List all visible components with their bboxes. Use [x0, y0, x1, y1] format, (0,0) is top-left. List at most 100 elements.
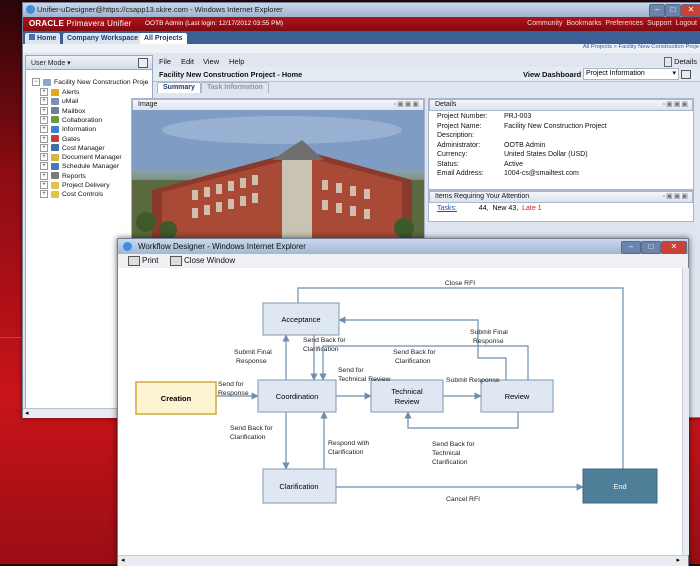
- tree-item-information[interactable]: + Information: [40, 125, 96, 134]
- tab-home-label: Home: [37, 35, 57, 42]
- print-icon[interactable]: [681, 70, 691, 79]
- tree-item-cost-controls[interactable]: + Cost Controls: [40, 190, 103, 199]
- tasks-late-count[interactable]: Late 1: [522, 205, 541, 212]
- panel-controls-icon[interactable]: ▫▣▣▣: [663, 100, 689, 110]
- project-building-image: [132, 110, 424, 249]
- project-sub-tabs: Summary Task Information: [153, 81, 700, 93]
- label-send-back-clarif-right: Send Back for: [393, 349, 436, 356]
- tree-item-reports[interactable]: + Reports: [40, 171, 86, 181]
- detail-value: PRJ-003: [504, 113, 532, 120]
- close-window-button[interactable]: Close Window: [170, 256, 235, 266]
- maximize-button[interactable]: □: [641, 241, 661, 254]
- menu-file[interactable]: File: [159, 57, 171, 66]
- tree-item-mailbox[interactable]: + Mailbox: [40, 106, 85, 116]
- tree-item-label: Document Manager: [62, 153, 122, 161]
- items-panel-header: Items Requiring Your Attention ▫▣▣▣: [429, 191, 693, 203]
- node-creation[interactable]: Creation: [135, 381, 217, 415]
- tab-company-workspace[interactable]: Company Workspace: [63, 33, 143, 44]
- tree-item-cost-manager[interactable]: + Cost Manager: [40, 143, 105, 153]
- tree-item-project-delivery[interactable]: + Project Delivery: [40, 181, 110, 190]
- user-mode-header[interactable]: User Mode ▾: [26, 56, 152, 70]
- tree-root-label: Facility New Construction Proje: [54, 78, 149, 86]
- user-mode-label: User Mode ▾: [31, 60, 71, 67]
- minimize-button[interactable]: –: [621, 241, 641, 254]
- project-folder-icon: [43, 78, 51, 86]
- detail-value: Active: [504, 160, 524, 168]
- printer-icon: [128, 256, 140, 266]
- items-requiring-attention-panel: Items Requiring Your Attention ▫▣▣▣ Task…: [428, 190, 694, 222]
- label-send-back-clarif: Send Back for: [303, 337, 346, 344]
- label-respond-clarif-2: Clarification: [328, 449, 364, 456]
- workflow-diagram: Acceptance Creation Coordination Technic…: [135, 280, 658, 504]
- image-panel: Image ▫▣▣▣: [131, 98, 425, 250]
- tab-all-projects[interactable]: All Projects: [140, 33, 187, 44]
- tree-item-label: Cost Controls: [62, 191, 104, 199]
- breadcrumb[interactable]: All Projects > Facility New Construction…: [583, 44, 699, 50]
- svg-text:Review: Review: [505, 392, 530, 401]
- tree-item-label: Collaboration: [62, 116, 103, 124]
- label-send-for-response-2: Response: [218, 390, 249, 397]
- label-close-rfi: Close RFI: [445, 280, 475, 287]
- tasks-count: 44,: [478, 205, 489, 212]
- module-icon: [51, 125, 59, 133]
- tab-summary[interactable]: Summary: [157, 82, 201, 93]
- tree-item-label: uMail: [62, 98, 79, 106]
- tree-item-alerts[interactable]: + Alerts: [40, 88, 79, 97]
- project-title: Facility New Construction Project - Home: [159, 70, 303, 79]
- tab-home[interactable]: Home: [25, 33, 61, 44]
- node-review[interactable]: Review: [480, 379, 554, 413]
- collapse-panel-icon[interactable]: [138, 58, 148, 68]
- workspace-tabs-bar: Home Company Workspace All Projects: [23, 31, 700, 44]
- tree-root-project[interactable]: − Facility New Construction Proje: [32, 78, 148, 87]
- close-button[interactable]: ✕: [661, 241, 687, 254]
- menu-view[interactable]: View: [203, 57, 219, 66]
- maximize-button[interactable]: □: [665, 4, 681, 17]
- main-window-titlebar[interactable]: Unifier-uDesigner@https://csapp13.skire.…: [23, 3, 700, 17]
- node-technical-review[interactable]: Technical Review: [370, 379, 444, 413]
- workflow-designer-window: Workflow Designer - Windows Internet Exp…: [117, 238, 689, 566]
- main-window-title: Unifier-uDesigner@https://csapp13.skire.…: [37, 5, 283, 14]
- workflow-vertical-scrollbar[interactable]: [682, 268, 689, 555]
- tree-item-document-manager[interactable]: + Document Manager: [40, 153, 122, 162]
- node-clarification[interactable]: Clarification: [262, 468, 337, 504]
- minimize-button[interactable]: –: [649, 4, 665, 17]
- svg-text:Technical: Technical: [391, 387, 423, 396]
- detail-value: OOTB Admin: [504, 141, 546, 149]
- module-icon: [51, 97, 59, 105]
- details-button[interactable]: Details: [664, 57, 697, 68]
- node-coordination[interactable]: Coordination: [257, 379, 337, 413]
- tab-all-projects-label: All Projects: [144, 35, 183, 42]
- view-dashboard-label: View Dashboard: [523, 70, 582, 79]
- node-acceptance[interactable]: Acceptance: [262, 302, 340, 336]
- header-links[interactable]: Community Bookmarks Preferences Support …: [527, 20, 697, 27]
- node-end[interactable]: End: [582, 468, 658, 504]
- panel-controls-icon[interactable]: ▫▣▣▣: [394, 100, 420, 110]
- label-submit-final-top: Submit Final: [470, 329, 508, 336]
- tree-item-label: Schedule Manager: [62, 163, 120, 171]
- label-submit-final-left-2: Response: [236, 358, 267, 365]
- tree-item-gates[interactable]: + Gates: [40, 134, 81, 144]
- workflow-horizontal-scrollbar[interactable]: ◂ ▸: [118, 555, 688, 566]
- menu-bar: File Edit View Help Details: [153, 55, 700, 68]
- label-submit-response: Submit Response: [446, 377, 500, 384]
- workflow-window-titlebar[interactable]: Workflow Designer - Windows Internet Exp…: [118, 239, 688, 254]
- label-cancel-rfi: Cancel RFI: [446, 496, 480, 503]
- breadcrumb-row: All Projects > Facility New Construction…: [23, 44, 700, 53]
- tree-item-collaboration[interactable]: + Collaboration: [40, 115, 103, 125]
- detail-label: Currency:: [437, 151, 468, 158]
- tree-item-umail[interactable]: + uMail: [40, 97, 78, 106]
- print-button[interactable]: Print: [128, 256, 158, 266]
- workflow-canvas: Acceptance Creation Coordination Technic…: [118, 268, 682, 555]
- tree-item-schedule-manager[interactable]: + Schedule Manager: [40, 162, 119, 171]
- panel-controls-icon[interactable]: ▫▣▣▣: [663, 192, 689, 202]
- label-send-back-clarif-low: Send Back for: [230, 425, 273, 432]
- tree-item-label: Gates: [62, 135, 81, 143]
- detail-label: Administrator:: [437, 141, 481, 149]
- tasks-new-count[interactable]: New 43,: [492, 205, 518, 212]
- menu-edit[interactable]: Edit: [181, 57, 194, 66]
- tab-task-information[interactable]: Task Information: [201, 82, 269, 93]
- tasks-link[interactable]: Tasks:: [437, 205, 457, 212]
- close-button[interactable]: ✕: [681, 4, 700, 17]
- menu-help[interactable]: Help: [229, 57, 244, 66]
- dashboard-select[interactable]: Project Information ▾: [583, 68, 679, 80]
